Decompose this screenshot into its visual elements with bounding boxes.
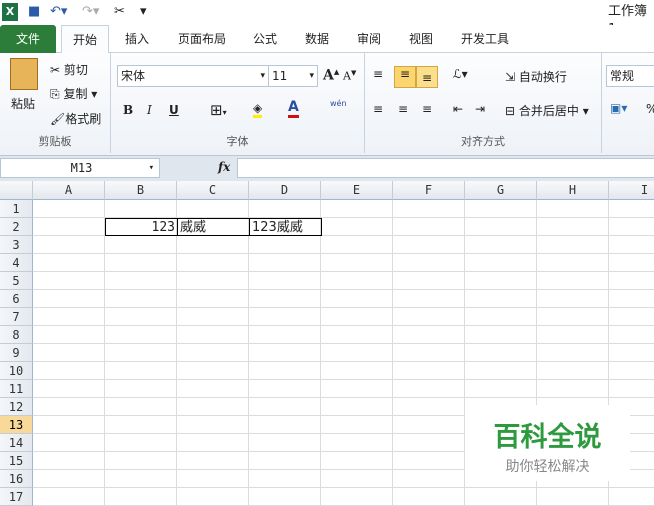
shrink-font-icon[interactable]: A▼ bbox=[343, 69, 356, 83]
decrease-indent-icon[interactable]: ⇤ bbox=[453, 102, 463, 116]
tab-page-layout[interactable]: 页面布局 bbox=[170, 25, 234, 53]
font-color-button[interactable]: A bbox=[288, 99, 299, 118]
percent-button[interactable]: % bbox=[646, 102, 654, 116]
font-name-select[interactable]: 宋体 ▾ bbox=[117, 65, 269, 87]
undo-icon[interactable]: ↶▾ bbox=[50, 3, 67, 21]
merge-icon: ⊟ bbox=[505, 104, 516, 118]
excel-logo-icon: X bbox=[2, 3, 18, 21]
currency-icon[interactable]: ▣▾ bbox=[610, 101, 627, 115]
column-header[interactable]: G bbox=[465, 181, 537, 200]
cell-C2[interactable]: 威威 bbox=[177, 218, 250, 236]
column-header[interactable]: E bbox=[321, 181, 393, 200]
row-header[interactable]: 4 bbox=[0, 254, 33, 272]
watermark: 百科全说 助你轻松解决 bbox=[465, 405, 630, 481]
brush-icon: 🖌 bbox=[50, 112, 66, 126]
clipboard-group: 粘贴 ✂ 剪切 ⎘ 复制 ▾ 🖌格式刷 剪贴板 bbox=[0, 53, 111, 153]
tab-view[interactable]: 视图 bbox=[400, 25, 442, 53]
wrap-text-button[interactable]: ⇲ 自动换行 bbox=[505, 68, 567, 85]
font-label: 字体 bbox=[226, 135, 249, 148]
tab-file[interactable]: 文件 bbox=[0, 25, 56, 53]
column-header[interactable]: H bbox=[537, 181, 609, 200]
tab-formulas[interactable]: 公式 bbox=[244, 25, 286, 53]
row-header[interactable]: 2 bbox=[0, 218, 33, 236]
italic-button[interactable]: I bbox=[147, 103, 152, 117]
row-header[interactable]: 17 bbox=[0, 488, 33, 506]
window-title: 工作簿1 bbox=[608, 4, 648, 37]
number-format-select[interactable]: 常规 bbox=[606, 65, 654, 87]
tab-home[interactable]: 开始 bbox=[61, 25, 109, 54]
tab-review[interactable]: 审阅 bbox=[348, 25, 390, 53]
cut-button[interactable]: ✂ 剪切 bbox=[50, 61, 88, 78]
row-header[interactable]: 13 bbox=[0, 416, 33, 434]
phonetic-icon[interactable]: wén bbox=[330, 99, 347, 108]
wrap-icon: ⇲ bbox=[505, 70, 516, 84]
column-header[interactable]: A bbox=[33, 181, 105, 200]
save-icon[interactable]: ■ bbox=[28, 3, 40, 21]
align-top-icon[interactable]: ≡ bbox=[373, 67, 383, 81]
row-header[interactable]: 7 bbox=[0, 308, 33, 326]
row-header[interactable]: 3 bbox=[0, 236, 33, 254]
tools-icon[interactable]: ✂ bbox=[114, 3, 125, 21]
column-header[interactable]: D bbox=[249, 181, 321, 200]
row-header[interactable]: 12 bbox=[0, 398, 33, 416]
paste-button[interactable]: 粘贴 bbox=[11, 95, 35, 112]
alignment-group: ≡ ≡ ≡ ℒ▾ ⇲ 自动换行 ≡ ≡ ≡ ⇤ ⇥ ⊟ 合并后居中 ▾ 对齐方式 bbox=[365, 53, 602, 153]
column-header[interactable]: I bbox=[609, 181, 654, 200]
formula-input[interactable] bbox=[237, 158, 654, 178]
align-right-icon[interactable]: ≡ bbox=[422, 102, 432, 116]
cell-D2[interactable]: 123威威 bbox=[249, 218, 322, 236]
watermark-title: 百科全说 bbox=[493, 422, 602, 453]
font-size-select[interactable]: 11 ▾ bbox=[268, 65, 318, 87]
row-header[interactable]: 16 bbox=[0, 470, 33, 488]
column-header[interactable]: F bbox=[393, 181, 465, 200]
scissors-icon: ✂ bbox=[50, 63, 61, 77]
name-box[interactable]: M13 ▾ bbox=[0, 158, 160, 178]
clipboard-label: 剪贴板 bbox=[38, 135, 72, 148]
row-header[interactable]: 1 bbox=[0, 200, 33, 218]
align-middle-icon[interactable]: ≡ bbox=[394, 66, 416, 88]
paste-icon[interactable] bbox=[10, 58, 38, 90]
tab-insert[interactable]: 插入 bbox=[114, 25, 160, 53]
row-header[interactable]: 14 bbox=[0, 434, 33, 452]
ribbon-tabs: 文件 开始 插入 页面布局 公式 数据 审阅 视图 开发工具 bbox=[0, 25, 654, 54]
row-header[interactable]: 5 bbox=[0, 272, 33, 290]
merge-center-button[interactable]: ⊟ 合并后居中 ▾ bbox=[505, 102, 589, 119]
grow-font-icon[interactable]: A▲ bbox=[323, 67, 339, 84]
number-group: 常规 ▣▾ % bbox=[602, 53, 654, 153]
row-header[interactable]: 9 bbox=[0, 344, 33, 362]
align-left-icon[interactable]: ≡ bbox=[373, 102, 383, 116]
tab-developer[interactable]: 开发工具 bbox=[452, 25, 518, 53]
orientation-icon[interactable]: ℒ▾ bbox=[453, 67, 468, 81]
watermark-subtitle: 助你轻松解决 bbox=[505, 459, 590, 475]
increase-indent-icon[interactable]: ⇥ bbox=[475, 102, 485, 116]
spreadsheet-grid: A B C D E F G H I 1 2 3 4 5 6 7 8 9 10 11 12 13 14 15 1… bbox=[0, 181, 654, 506]
redo-icon[interactable]: ↷▾ bbox=[82, 3, 99, 21]
fill-color-icon[interactable]: ◈ bbox=[253, 101, 263, 118]
bold-button[interactable]: B bbox=[123, 103, 133, 117]
row-header[interactable]: 15 bbox=[0, 452, 33, 470]
underline-button[interactable]: U bbox=[169, 103, 179, 117]
align-bottom-icon[interactable]: ≡ bbox=[416, 66, 438, 88]
ribbon: 粘贴 ✂ 剪切 ⎘ 复制 ▾ 🖌格式刷 剪贴板 宋体 ▾ 11 ▾ A▲ A▼ B … bbox=[0, 53, 654, 156]
row-header[interactable]: 11 bbox=[0, 380, 33, 398]
customize-toolbar-icon[interactable]: ▾ bbox=[140, 3, 147, 21]
row-header[interactable]: 6 bbox=[0, 290, 33, 308]
cell-B2[interactable]: 123 bbox=[105, 218, 178, 236]
row-header[interactable]: 10 bbox=[0, 362, 33, 380]
copy-button[interactable]: ⎘ 复制 ▾ bbox=[50, 85, 97, 102]
format-painter-button[interactable]: 🖌格式刷 bbox=[50, 110, 101, 127]
tab-data[interactable]: 数据 bbox=[296, 25, 338, 53]
column-header[interactable]: B bbox=[105, 181, 177, 200]
row-header[interactable]: 8 bbox=[0, 326, 33, 344]
select-all-button[interactable] bbox=[0, 181, 33, 200]
column-header[interactable]: C bbox=[177, 181, 249, 200]
alignment-label: 对齐方式 bbox=[461, 135, 505, 148]
border-icon[interactable]: ⊞▾ bbox=[210, 101, 227, 119]
title-bar: X ■ ↶▾ ↷▾ ✂ ▾ 工作簿1 bbox=[0, 0, 654, 37]
copy-icon: ⎘ bbox=[50, 87, 60, 101]
insert-function-button[interactable]: fx bbox=[218, 160, 230, 174]
formula-bar: M13 ▾ fx bbox=[0, 156, 654, 181]
align-center-icon[interactable]: ≡ bbox=[398, 102, 408, 116]
font-group: 宋体 ▾ 11 ▾ A▲ A▼ B I U ⊞▾ ◈ A wén 字体 bbox=[111, 53, 365, 153]
